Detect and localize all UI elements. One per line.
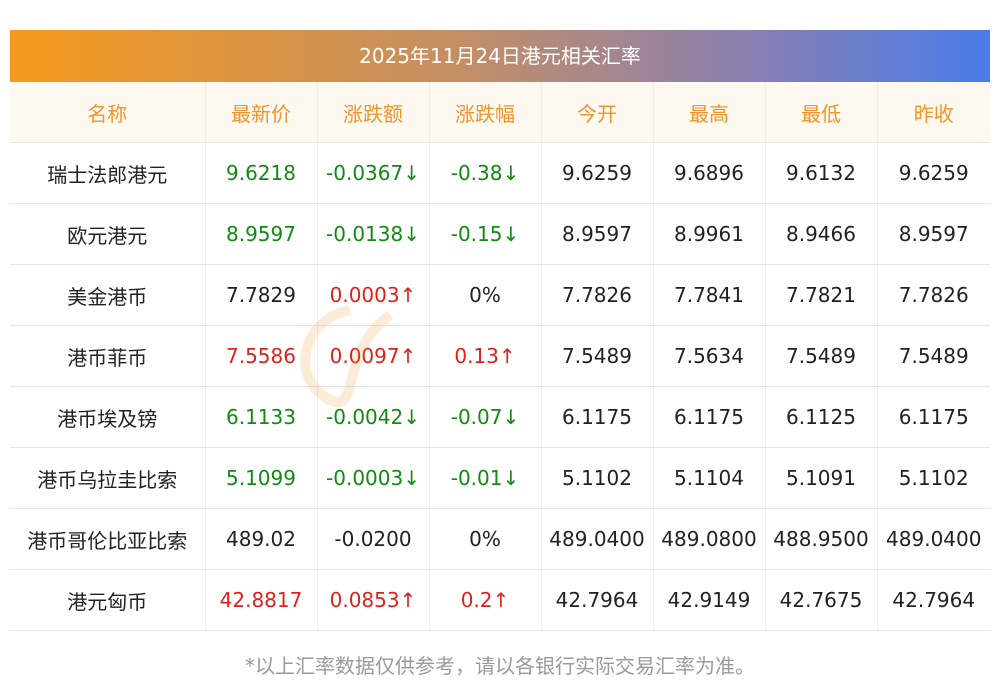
cell-high: 8.9961 [653,203,766,265]
cell-name: 欧元港元 [10,203,206,265]
table-row: 美金港币 7.7829 0.0003↑ 0% 7.7826 7.7841 7.7821 7.7… [10,264,990,326]
cell-change: 0.0097↑ [317,325,430,387]
cell-latest: 42.8817 [205,569,318,631]
cell-open: 7.5489 [541,325,654,387]
cell-latest: 489.02 [205,508,318,570]
column-header-prev: 昨收 [877,82,990,143]
cell-pct: -0.01↓ [429,447,542,509]
cell-low: 488.9500 [765,508,878,570]
cell-change: -0.0003↓ [317,447,430,509]
cell-name: 港币哥伦比亚比索 [10,508,206,570]
cell-name: 港元匈币 [10,569,206,631]
cell-prev: 9.6259 [877,142,990,204]
rates-panel: 2025年11月24日港元相关汇率 名称 最新价 涨跌额 涨跌幅 今开 最高 最… [10,30,990,631]
cell-low: 7.5489 [765,325,878,387]
cell-change: 0.0003↑ [317,264,430,326]
cell-latest: 8.9597 [205,203,318,265]
column-header-open: 今开 [541,82,654,143]
cell-prev: 8.9597 [877,203,990,265]
cell-high: 7.5634 [653,325,766,387]
column-header-pct: 涨跌幅 [429,82,542,143]
cell-low: 5.1091 [765,447,878,509]
table-row: 瑞士法郎港元 9.6218 -0.0367↓ -0.38↓ 9.6259 9.6896 9.… [10,142,990,204]
cell-high: 489.0800 [653,508,766,570]
cell-high: 42.9149 [653,569,766,631]
cell-latest: 7.7829 [205,264,318,326]
cell-open: 5.1102 [541,447,654,509]
cell-low: 8.9466 [765,203,878,265]
table-row: 港币埃及镑 6.1133 -0.0042↓ -0.07↓ 6.1175 6.1175 6.1… [10,386,990,448]
cell-pct: 0% [429,508,542,570]
cell-pct: -0.15↓ [429,203,542,265]
column-header-change: 涨跌额 [317,82,430,143]
cell-low: 9.6132 [765,142,878,204]
table-row: 港币乌拉圭比索 5.1099 -0.0003↓ -0.01↓ 5.1102 5.1104 5… [10,447,990,509]
table-title: 2025年11月24日港元相关汇率 [10,30,990,82]
cell-prev: 42.7964 [877,569,990,631]
cell-change: -0.0367↓ [317,142,430,204]
cell-name: 港币埃及镑 [10,386,206,448]
cell-high: 5.1104 [653,447,766,509]
cell-prev: 6.1175 [877,386,990,448]
cell-low: 6.1125 [765,386,878,448]
cell-name: 港币菲币 [10,325,206,387]
cell-low: 7.7821 [765,264,878,326]
table-row: 港币菲币 7.5586 0.0097↑ 0.13↑ 7.5489 7.5634 7.5489… [10,325,990,387]
column-header-low: 最低 [765,82,878,143]
table-row: 港币哥伦比亚比索 489.02 -0.0200 0% 489.0400 489.0800 4… [10,508,990,570]
cell-change: -0.0138↓ [317,203,430,265]
cell-latest: 9.6218 [205,142,318,204]
cell-low: 42.7675 [765,569,878,631]
cell-pct: 0.2↑ [429,569,542,631]
cell-name: 瑞士法郎港元 [10,142,206,204]
cell-open: 6.1175 [541,386,654,448]
cell-latest: 6.1133 [205,386,318,448]
cell-high: 9.6896 [653,142,766,204]
cell-change: 0.0853↑ [317,569,430,631]
cell-pct: -0.07↓ [429,386,542,448]
cell-open: 42.7964 [541,569,654,631]
cell-high: 7.7841 [653,264,766,326]
table-row: 欧元港元 8.9597 -0.0138↓ -0.15↓ 8.9597 8.9961 8.94… [10,203,990,265]
cell-prev: 5.1102 [877,447,990,509]
cell-change: -0.0200 [317,508,430,570]
disclaimer-text: *以上汇率数据仅供参考，请以各银行实际交易汇率为准。 [245,654,755,678]
column-header-high: 最高 [653,82,766,143]
cell-change: -0.0042↓ [317,386,430,448]
column-header-latest: 最新价 [205,82,318,143]
cell-open: 9.6259 [541,142,654,204]
cell-prev: 7.5489 [877,325,990,387]
cell-prev: 7.7826 [877,264,990,326]
cell-pct: -0.38↓ [429,142,542,204]
cell-open: 7.7826 [541,264,654,326]
cell-pct: 0.13↑ [429,325,542,387]
cell-prev: 489.0400 [877,508,990,570]
table-row: 港元匈币 42.8817 0.0853↑ 0.2↑ 42.7964 42.9149 42.7… [10,569,990,631]
cell-high: 6.1175 [653,386,766,448]
cell-latest: 5.1099 [205,447,318,509]
cell-name: 美金港币 [10,264,206,326]
cell-open: 489.0400 [541,508,654,570]
header-row: 名称 最新价 涨跌额 涨跌幅 今开 最高 最低 昨收 [10,82,990,143]
cell-latest: 7.5586 [205,325,318,387]
cell-open: 8.9597 [541,203,654,265]
cell-pct: 0% [429,264,542,326]
cell-name: 港币乌拉圭比索 [10,447,206,509]
rates-table: 名称 最新价 涨跌额 涨跌幅 今开 最高 最低 昨收 瑞士法郎港元 9.6218-… [10,82,990,631]
column-header-name: 名称 [10,82,206,143]
